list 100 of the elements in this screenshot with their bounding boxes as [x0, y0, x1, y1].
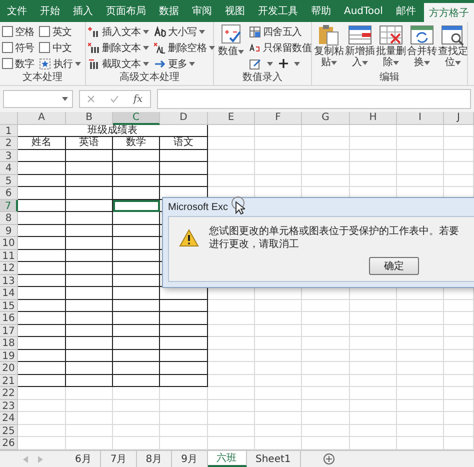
grid-cell[interactable] — [18, 250, 66, 262]
ribbon-button[interactable]: 合并转换 — [407, 24, 437, 68]
ribbon-button[interactable]: 插入文本 — [88, 24, 149, 39]
checkbox[interactable]: 英文 — [39, 24, 81, 39]
grid-cell[interactable] — [66, 300, 113, 312]
ribbon-button[interactable]: 四舍五入 — [249, 24, 312, 39]
row-header[interactable]: 25 — [0, 424, 18, 437]
row-header[interactable]: 18 — [0, 337, 18, 350]
grid-cell[interactable] — [18, 224, 66, 237]
grid-cell[interactable] — [160, 162, 208, 174]
grid-cell[interactable] — [18, 300, 66, 312]
row-header[interactable]: 2 — [0, 137, 18, 150]
row-header[interactable]: 17 — [0, 324, 18, 337]
column-header[interactable]: B — [66, 112, 113, 124]
grid-cell[interactable] — [18, 187, 66, 200]
checkbox[interactable]: 中文 — [39, 40, 81, 55]
grid-cell[interactable] — [18, 312, 66, 324]
insert-function-button[interactable]: fx — [133, 94, 143, 104]
grid-cell[interactable] — [66, 312, 113, 324]
grid-cell[interactable] — [66, 150, 113, 162]
row-header[interactable]: 26 — [0, 437, 18, 450]
pencil-icon[interactable] — [249, 58, 261, 70]
checkbox[interactable]: 空格 — [2, 24, 34, 39]
grid-cell[interactable] — [18, 324, 66, 337]
table-cell[interactable]: 数学 — [113, 137, 160, 150]
row-header[interactable]: 19 — [0, 350, 18, 362]
grid-cell[interactable] — [66, 337, 113, 350]
grid-cell[interactable] — [18, 262, 66, 274]
column-header[interactable]: C — [113, 112, 160, 124]
row-header[interactable]: 10 — [0, 237, 18, 250]
column-header[interactable]: F — [255, 112, 302, 124]
sheet-tab[interactable]: 8月 — [136, 451, 172, 467]
grid-cell[interactable] — [66, 212, 113, 224]
previous-sheet-icon[interactable] — [23, 456, 28, 462]
grid-cell[interactable] — [18, 362, 66, 374]
grid-cell[interactable] — [18, 287, 66, 300]
ok-button[interactable]: 确定 — [369, 257, 419, 275]
grid-cell[interactable] — [66, 350, 113, 362]
ribbon-button[interactable]: 大小写 — [154, 24, 215, 39]
grid-cell[interactable] — [113, 374, 160, 387]
grid-cell[interactable] — [18, 150, 66, 162]
grid-cell[interactable] — [160, 362, 208, 374]
ribbon-tab[interactable]: 插入 — [68, 0, 98, 22]
add-sheet-icon[interactable] — [322, 453, 335, 465]
grid-cell[interactable] — [113, 274, 160, 287]
grid-cell[interactable] — [113, 337, 160, 350]
grid-cell[interactable] — [160, 324, 208, 337]
checkbox[interactable]: 数字 — [2, 56, 34, 71]
grid-cell[interactable] — [66, 324, 113, 337]
table-cell[interactable]: 语文 — [160, 137, 208, 150]
row-header[interactable]: 7 — [0, 200, 18, 212]
row-header[interactable]: 13 — [0, 274, 18, 287]
ribbon-button[interactable]: 批量删除 — [376, 24, 406, 68]
ribbon-button[interactable]: 查找定位 — [438, 24, 468, 68]
grid-cell[interactable] — [18, 374, 66, 387]
grid-cell[interactable] — [160, 174, 208, 187]
grid-cell[interactable] — [18, 274, 66, 287]
check-icon[interactable] — [110, 95, 119, 103]
column-header[interactable]: G — [302, 112, 350, 124]
selected-cell[interactable] — [113, 200, 160, 212]
ribbon-button[interactable]: 复制粘贴 — [314, 24, 344, 68]
column-header[interactable]: I — [397, 112, 444, 124]
grid-cell[interactable] — [18, 200, 66, 212]
grid-cell[interactable] — [66, 287, 113, 300]
grid-cell[interactable] — [160, 150, 208, 162]
grid-cell[interactable] — [66, 262, 113, 274]
row-header[interactable]: 20 — [0, 362, 18, 374]
grid-cell[interactable] — [66, 174, 113, 187]
grid-cell[interactable] — [113, 162, 160, 174]
row-header[interactable]: 16 — [0, 312, 18, 324]
ribbon-tab[interactable]: 数据 — [154, 0, 184, 22]
grid-cell[interactable] — [18, 350, 66, 362]
grid-cell[interactable] — [113, 262, 160, 274]
ribbon-tab[interactable]: 页面布局 — [101, 0, 151, 22]
row-header[interactable]: 4 — [0, 162, 18, 174]
grid-cell[interactable] — [113, 224, 160, 237]
plus-icon[interactable] — [279, 59, 288, 68]
row-header[interactable]: 11 — [0, 250, 18, 262]
row-header[interactable]: 15 — [0, 300, 18, 312]
column-header[interactable]: A — [18, 112, 66, 124]
ribbon-tab[interactable]: 开发工具 — [253, 0, 303, 22]
row-header[interactable]: 12 — [0, 262, 18, 274]
grid-cell[interactable] — [113, 300, 160, 312]
grid-cell[interactable] — [113, 212, 160, 224]
row-header[interactable]: 1 — [0, 124, 18, 137]
grid-cell[interactable] — [113, 287, 160, 300]
grid-cell[interactable] — [66, 200, 113, 212]
table-cell[interactable]: 姓名 — [18, 137, 66, 150]
sheet-tab[interactable]: 6月 — [66, 451, 102, 467]
ribbon-tab[interactable]: 开始 — [35, 0, 65, 22]
row-header[interactable]: 5 — [0, 174, 18, 187]
row-header[interactable]: 21 — [0, 374, 18, 387]
grid-cell[interactable] — [113, 362, 160, 374]
column-header[interactable]: H — [350, 112, 397, 124]
grid-cell[interactable] — [18, 337, 66, 350]
select-all-corner[interactable] — [0, 112, 18, 124]
ribbon-button[interactable]: 删除空格 — [154, 40, 215, 55]
grid-cell[interactable] — [66, 162, 113, 174]
grid-cell[interactable] — [66, 224, 113, 237]
grid-cell[interactable] — [66, 274, 113, 287]
